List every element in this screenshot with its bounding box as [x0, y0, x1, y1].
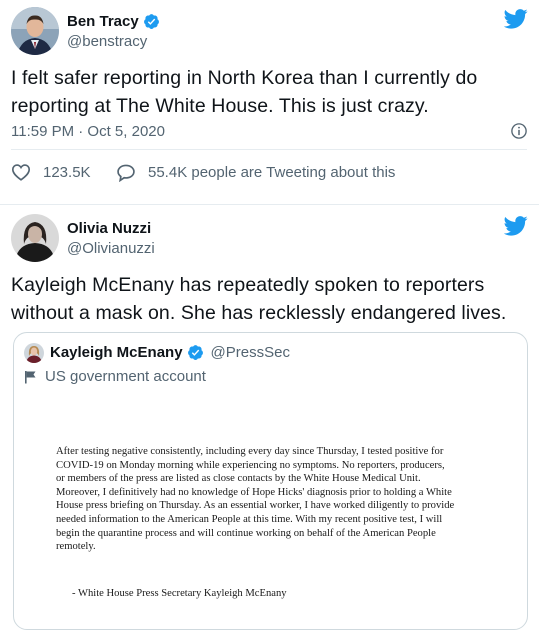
tweet-timestamp[interactable]: 11:59 PM · Oct 5, 2020 — [11, 123, 165, 140]
verified-badge-icon — [143, 14, 159, 29]
author-name-row: Olivia Nuzzi — [67, 220, 151, 237]
author-handle[interactable]: @Olivianuzzi — [67, 240, 155, 257]
verified-badge-icon — [187, 345, 203, 360]
avatar-ben-tracy[interactable] — [11, 7, 59, 55]
quoted-author-row: Kayleigh McEnany @PressSec — [50, 344, 290, 361]
quoted-author-handle: @PressSec — [210, 344, 290, 361]
author-name[interactable]: Olivia Nuzzi — [67, 220, 151, 237]
press-statement-text: After testing negative consistently, inc… — [56, 446, 455, 553]
speech-bubble-icon — [117, 164, 135, 182]
government-account-label: US government account — [24, 368, 206, 385]
divider — [11, 149, 527, 150]
government-account-text: US government account — [45, 368, 206, 385]
tweet-text: I felt safer reporting in North Korea th… — [11, 67, 478, 117]
tweeting-action[interactable]: 55.4K people are Tweeting about this — [116, 163, 395, 182]
avatar-kayleigh-mcenany — [24, 343, 44, 363]
press-statement-signature: - White House Press Secretary Kayleigh M… — [72, 588, 287, 599]
twitter-bird-icon[interactable] — [504, 9, 528, 29]
author-handle[interactable]: @benstracy — [67, 33, 147, 50]
tweet-olivia-nuzzi: Olivia Nuzzi @Olivianuzzi Kayleigh McEna… — [0, 204, 539, 632]
tweet-ben-tracy: Ben Tracy @benstracy I felt safer report… — [0, 0, 539, 199]
tweeting-count: 55.4K people are Tweeting about this — [148, 164, 396, 181]
avatar-olivia-nuzzi[interactable] — [11, 214, 59, 262]
info-icon[interactable] — [510, 122, 528, 140]
like-count: 123.5K — [43, 163, 91, 181]
like-action[interactable]: 123.5K — [11, 163, 91, 181]
author-name-row: Ben Tracy — [67, 13, 160, 30]
tweet-text: Kayleigh McEnany has repeatedly spoken t… — [11, 274, 507, 324]
twitter-bird-icon[interactable] — [504, 216, 528, 236]
heart-icon — [11, 164, 31, 181]
quoted-author-name: Kayleigh McEnany — [50, 344, 183, 361]
flag-icon — [25, 370, 36, 383]
author-name[interactable]: Ben Tracy — [67, 13, 139, 30]
